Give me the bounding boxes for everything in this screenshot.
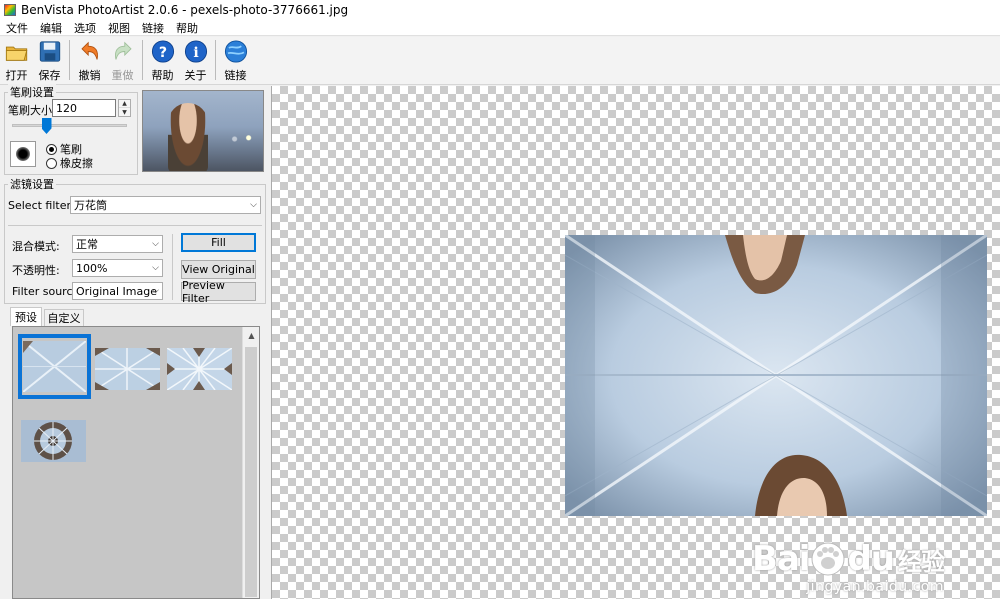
kaleidoscope-preview [23,341,86,392]
menu-view[interactable]: 视图 [102,20,136,36]
preset-scrollbar[interactable]: ▲ [242,327,259,598]
menu-edit[interactable]: 编辑 [34,20,68,36]
paw-icon [811,542,845,576]
save-label: 保存 [38,69,61,82]
toolbar-separator [215,40,216,80]
watermark-url: jingyan.baidu.com [806,579,944,595]
preset-gallery: ▲ [12,326,260,599]
fill-button[interactable]: Fill [181,233,256,252]
help-button[interactable]: ? 帮助 [146,37,179,83]
open-button[interactable]: 打开 [0,37,33,83]
brush-size-input[interactable] [52,99,116,117]
help-label: 帮助 [151,69,174,82]
photo-lights [229,133,257,145]
about-label: 关于 [184,69,207,82]
kaleidoscope-preview [21,420,86,462]
brush-size-label: 笔刷大小: [8,104,56,117]
left-panel: 笔刷设置 笔刷大小: ▲ ▼ 笔刷 橡皮擦 滤镜设置 Select filter… [0,84,270,599]
menu-options[interactable]: 选项 [68,20,102,36]
title-bar: BenVista PhotoArtist 2.0.6 - pexels-phot… [0,0,1000,20]
svg-text:i: i [193,45,199,61]
chevron-down-icon: ⌵ [152,286,159,296]
image-canvas[interactable]: Bai du 经验 jingyan.baidu.com [271,86,1000,599]
kaleidoscope-result-image [565,235,987,516]
brush-dot-icon [16,147,30,161]
toolbar-separator [142,40,143,80]
filter-select-value: 万花筒 [74,199,107,212]
scrollbar-thumb[interactable] [245,347,257,597]
view-original-button[interactable]: View Original [181,260,256,279]
baidu-watermark: Bai du 经验 jingyan.baidu.com [751,539,945,595]
save-button[interactable]: 保存 [33,37,66,83]
blend-mode-select[interactable]: 正常 ⌵ [72,235,163,253]
app-icon [4,4,16,16]
select-filter-label: Select filter: [8,199,75,212]
chevron-down-icon: ⌵ [152,263,159,273]
photo-subject [168,103,208,171]
window-title: BenVista PhotoArtist 2.0.6 - pexels-phot… [21,3,349,17]
redo-label: 重做 [111,69,134,82]
chevron-down-icon: ⌵ [250,200,257,210]
chevron-down-icon: ⌵ [152,239,159,249]
info-icon: i [184,40,207,63]
filter-source-select[interactable]: Original Image ⌵ [72,282,163,300]
folder-open-icon [5,46,27,61]
preset-kaleidoscope-4[interactable] [21,420,86,462]
spin-down-icon[interactable]: ▼ [119,108,130,116]
eraser-mode-radio[interactable]: 橡皮擦 [46,155,93,171]
link-button[interactable]: 链接 [219,37,252,83]
menu-links[interactable]: 链接 [136,20,170,36]
radio-checked-icon [46,143,57,155]
scroll-up-icon[interactable]: ▲ [243,327,260,344]
preset-kaleidoscope-2[interactable] [95,348,160,390]
brush-preview [10,141,36,167]
help-question-icon: ? [151,40,174,63]
blend-mode-label: 混合模式: [12,240,60,253]
opacity-value: 100% [76,261,108,275]
menu-file[interactable]: 文件 [0,20,34,36]
svg-text:?: ? [158,45,166,61]
eraser-mode-label: 橡皮擦 [60,157,93,170]
brush-settings-title: 笔刷设置 [8,84,56,100]
floppy-save-icon [39,41,60,62]
menu-help[interactable]: 帮助 [170,20,204,36]
brush-size-slider-track[interactable] [12,124,127,127]
blend-mode-value: 正常 [76,238,98,251]
preset-kaleidoscope-1[interactable] [23,341,86,392]
open-label: 打开 [5,69,28,82]
redo-arrow-icon [114,41,132,60]
filter-source-value: Original Image [76,284,157,298]
kaleidoscope-render [565,235,987,516]
redo-button[interactable]: 重做 [106,37,139,83]
preview-filter-button[interactable]: Preview Filter [181,279,256,305]
kaleidoscope-preview [167,348,232,390]
about-button[interactable]: i 关于 [179,37,212,83]
preset-kaleidoscope-3[interactable] [167,348,232,390]
divider [172,234,173,300]
undo-button[interactable]: 撤销 [73,37,106,83]
toolbar-separator [69,40,70,80]
filter-select[interactable]: 万花筒 ⌵ [70,196,261,214]
spin-up-icon[interactable]: ▲ [119,100,130,108]
watermark-brand-suffix: du [847,539,895,579]
toolbar: 打开 保存 撤销 重做 ? 帮助 i 关于 链接 [0,37,1000,85]
opacity-label: 不透明性: [12,264,60,277]
undo-arrow-icon [80,41,98,60]
watermark-brand: Bai [751,539,811,579]
watermark-cn: 经验 [898,547,945,576]
divider [8,225,262,226]
globe-link-icon [224,40,247,63]
menu-bar: 文件 编辑 选项 视图 链接 帮助 [0,20,1000,36]
undo-label: 撤销 [78,69,101,82]
original-photo-thumbnail [142,90,264,172]
radio-unchecked-icon [46,157,57,169]
tab-preset[interactable]: 预设 [10,307,42,326]
link-label: 链接 [224,69,247,82]
filter-settings-title: 滤镜设置 [8,176,56,192]
brush-size-spinner[interactable]: ▲ ▼ [118,99,131,117]
tab-custom[interactable]: 自定义 [44,309,84,326]
opacity-select[interactable]: 100% ⌵ [72,259,163,277]
kaleidoscope-preview [95,348,160,390]
